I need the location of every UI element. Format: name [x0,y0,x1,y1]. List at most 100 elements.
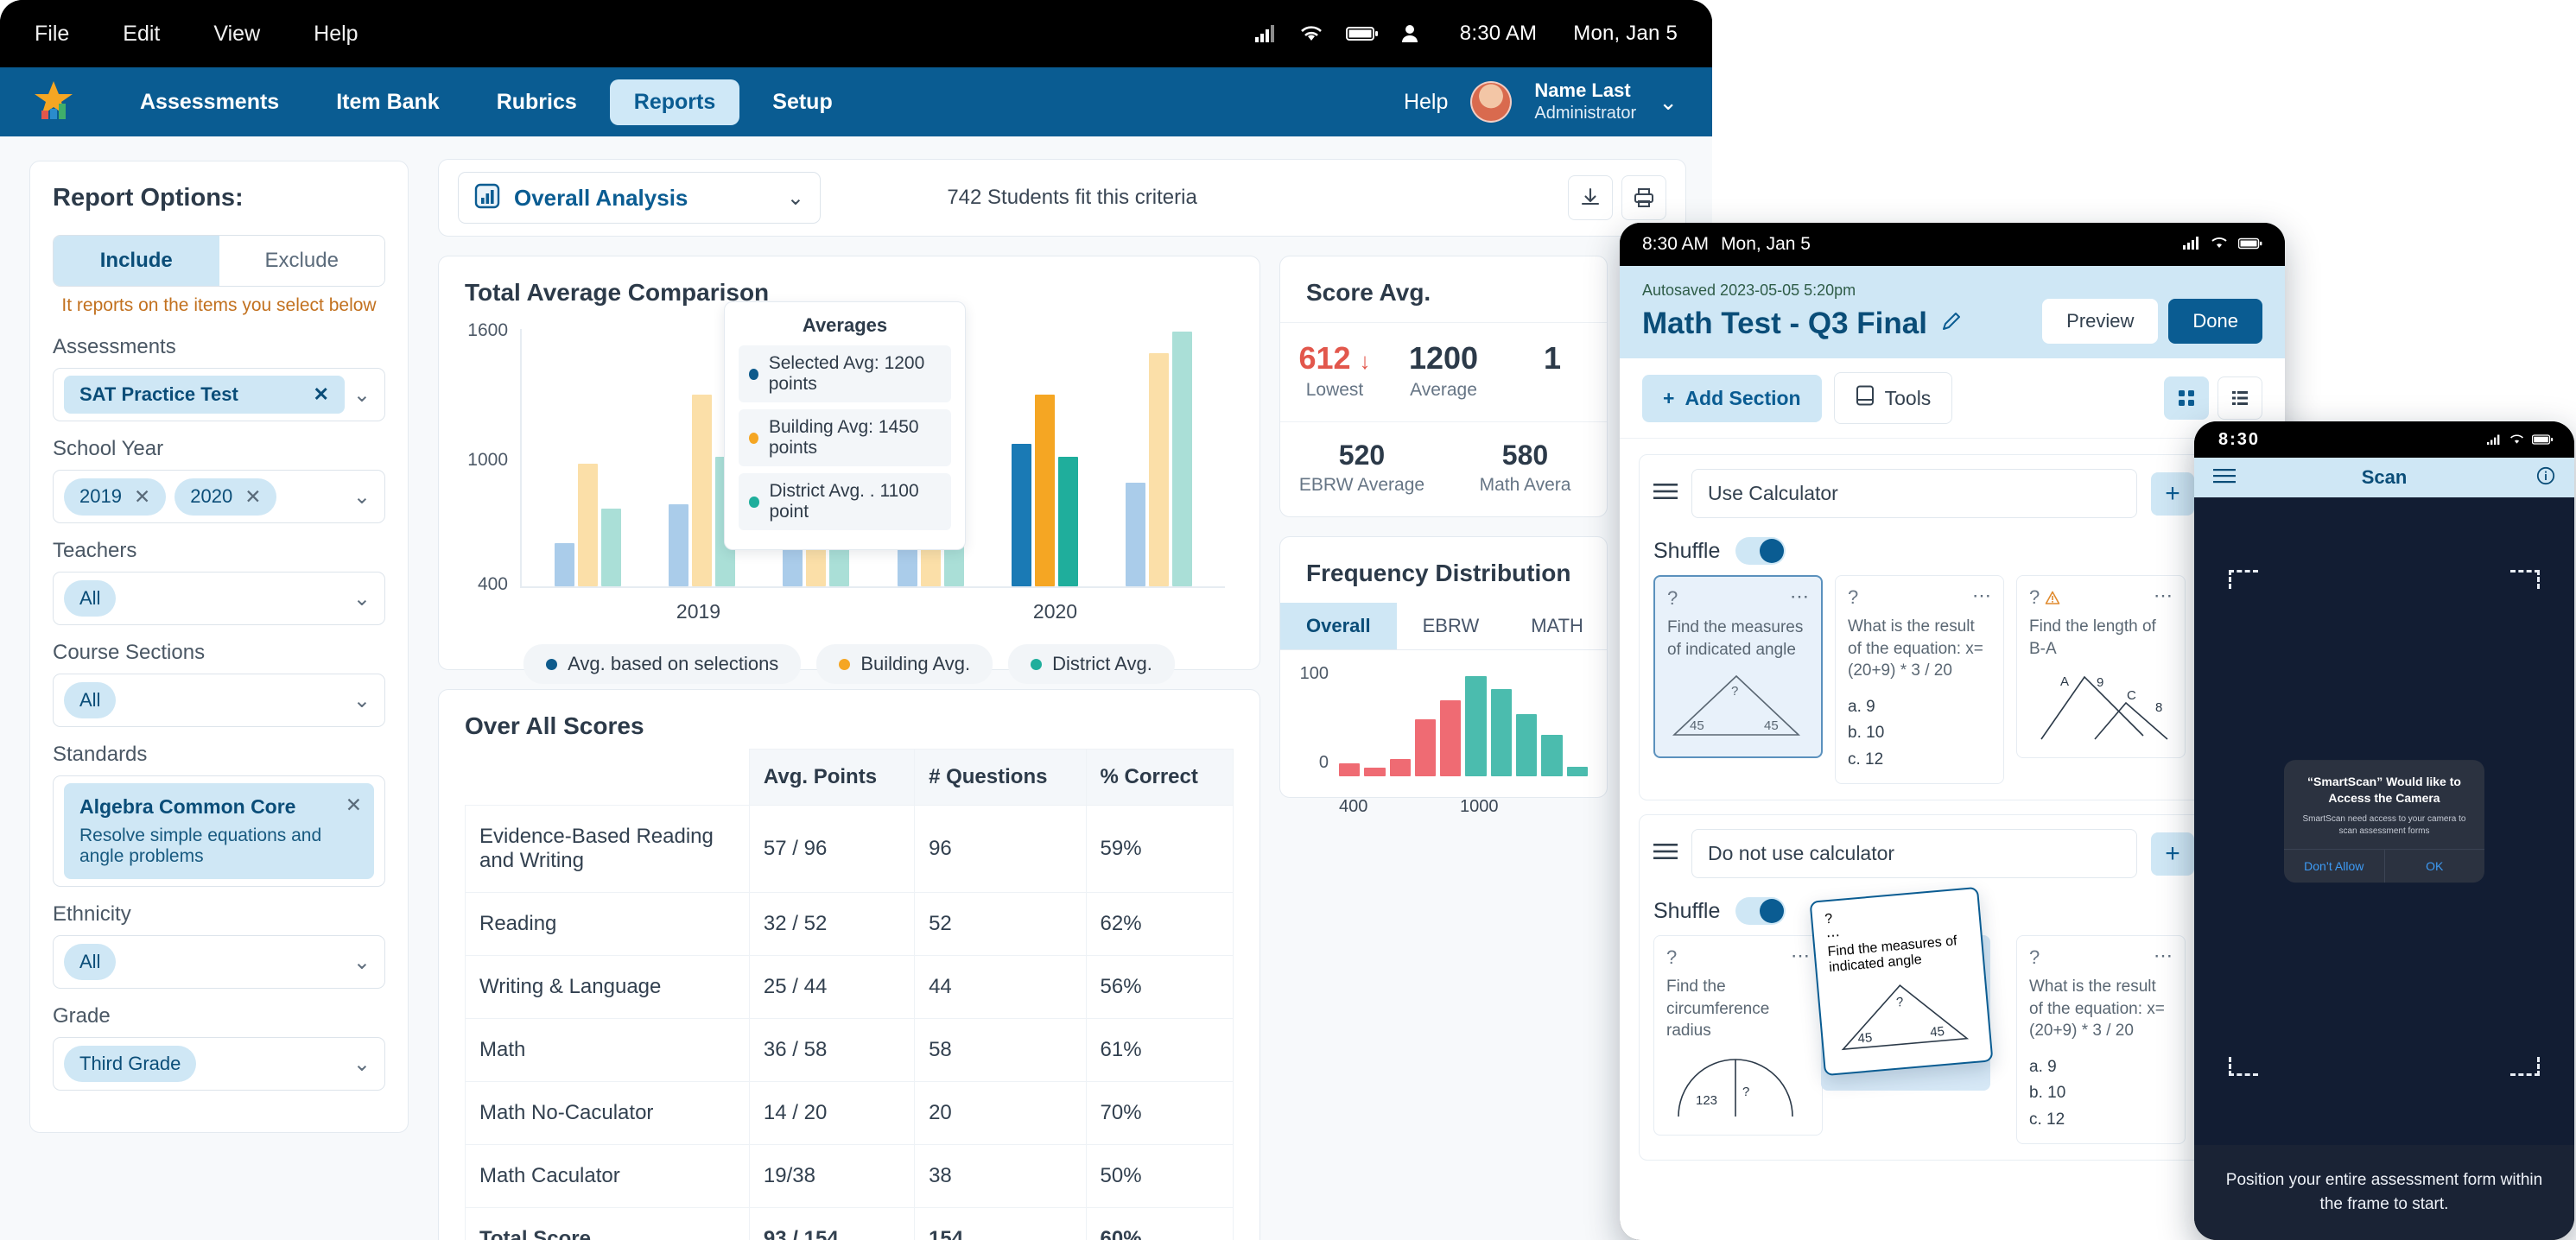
preview-button[interactable]: Preview [2042,299,2159,344]
chevron-down-icon[interactable]: ⌄ [1659,89,1678,116]
chip-third-grade[interactable]: Third Grade [64,1046,197,1082]
include-tab[interactable]: Include [54,236,219,286]
edit-pencil-icon[interactable] [1941,307,1964,341]
frequency-bar[interactable] [1440,699,1462,776]
option[interactable]: b. 10 [2029,1080,2173,1106]
close-icon[interactable]: ✕ [134,485,150,509]
close-icon[interactable]: ✕ [313,383,328,406]
chevron-down-icon[interactable]: ⌄ [353,1052,374,1077]
list-view-button[interactable] [2218,376,2262,420]
more-options-icon[interactable]: ⋯ [1791,945,1811,967]
menu-file[interactable]: File [35,22,69,47]
tools-button[interactable]: Tools [1833,372,1953,424]
print-button[interactable] [1621,175,1666,220]
option[interactable]: c. 12 [2029,1107,2173,1133]
option[interactable]: b. 10 [1848,720,1991,746]
user-switch-icon[interactable] [1401,23,1424,44]
drag-handle-icon[interactable] [1653,842,1678,865]
bar[interactable] [1011,444,1031,586]
more-options-icon[interactable]: ⋯ [2154,945,2174,967]
add-section-button[interactable]: + Add Section [1642,374,1822,422]
section-name-input[interactable]: Do not use calculator [1691,829,2137,879]
legend-item-selected[interactable]: Avg. based on selections [523,644,802,684]
download-button[interactable] [1568,175,1613,220]
question-card[interactable]: ? ⋯ Find the measures of indicated angle… [1653,575,1823,759]
add-question-button[interactable]: + [2151,832,2194,876]
frequency-bar[interactable] [1566,766,1588,776]
bar[interactable] [1149,353,1170,586]
tab-ebrw[interactable]: EBRW [1397,603,1506,649]
assessments-select[interactable]: SAT Practice Test ✕ ⌄ [53,368,385,421]
question-card[interactable]: ? ⋯ What is the result of the equation: … [2016,935,2186,1145]
chip-2019[interactable]: 2019 ✕ [64,478,167,516]
chip-algebra-common-core[interactable]: Algebra Common Core Resolve simple equat… [64,783,374,879]
menu-help[interactable]: Help [314,22,358,47]
nav-setup[interactable]: Setup [748,79,856,125]
help-link[interactable]: Help [1404,90,1448,115]
section-name-input[interactable]: Use Calculator [1691,469,2137,518]
drag-handle-icon[interactable] [1653,482,1678,505]
bar[interactable] [577,463,598,586]
menu-edit[interactable]: Edit [123,22,160,47]
add-question-button[interactable]: + [2151,471,2194,516]
frequency-bar[interactable] [1465,676,1487,776]
bar[interactable] [668,504,688,586]
chip-sat-practice-test[interactable]: SAT Practice Test ✕ [64,376,345,414]
exclude-tab[interactable]: Exclude [219,236,384,286]
legend-item-district[interactable]: District Avg. [1008,644,1175,684]
option[interactable]: a. 9 [1848,694,1991,720]
school-year-select[interactable]: 2019 ✕ 2020 ✕ ⌄ [53,470,385,523]
frequency-bar[interactable] [1389,758,1411,776]
chevron-down-icon[interactable]: ⌄ [353,484,374,509]
standards-select[interactable]: Algebra Common Core Resolve simple equat… [53,775,385,887]
chip-teachers-all[interactable]: All [64,580,117,617]
bar[interactable] [600,509,621,586]
close-icon[interactable]: ✕ [244,485,261,509]
option[interactable]: a. 9 [2029,1054,2173,1080]
more-options-icon[interactable]: ⋯ [1972,585,1993,607]
done-button[interactable]: Done [2168,299,2262,344]
shuffle-toggle[interactable] [1735,897,1786,926]
frequency-bar[interactable] [1516,714,1538,776]
frequency-bar[interactable] [1364,767,1386,776]
dragging-question-card[interactable]: ? ⋯ Find the measures of indicated angle… [1809,886,1994,1077]
more-options-icon[interactable]: ⋯ [2154,585,2174,607]
frequency-bar[interactable] [1339,762,1361,776]
close-icon[interactable]: ✕ [346,794,362,817]
nav-reports[interactable]: Reports [609,79,740,125]
question-card[interactable]: ? ⋯ Find the circumference radius ? 123 [1653,935,1823,1136]
grid-view-button[interactable] [2164,376,2209,420]
nav-rubrics[interactable]: Rubrics [473,79,601,125]
teachers-select[interactable]: All ⌄ [53,572,385,625]
avatar[interactable] [1470,81,1513,123]
shuffle-toggle[interactable] [1735,537,1786,565]
chip-course-sections-all[interactable]: All [64,682,117,718]
option[interactable]: c. 12 [1848,747,1991,773]
nav-item-bank[interactable]: Item Bank [312,79,463,125]
ethnicity-select[interactable]: All ⌄ [53,935,385,989]
app-logo-icon[interactable] [31,79,76,124]
ok-button[interactable]: OK [2385,850,2485,883]
more-options-icon[interactable]: ⋯ [1790,585,1811,608]
chevron-down-icon[interactable]: ⌄ [353,950,374,975]
report-type-select[interactable]: Overall Analysis ⌄ [458,172,821,224]
bar[interactable] [691,394,712,586]
nav-assessments[interactable]: Assessments [116,79,303,125]
course-sections-select[interactable]: All ⌄ [53,674,385,727]
grade-select[interactable]: Third Grade ⌄ [53,1037,385,1091]
tab-math[interactable]: MATH [1505,603,1609,649]
bar[interactable] [1057,457,1078,586]
bar[interactable] [1126,483,1146,586]
chip-ethnicity-all[interactable]: All [64,944,117,980]
chevron-down-icon[interactable]: ⌄ [787,186,804,211]
chevron-down-icon[interactable]: ⌄ [353,688,374,713]
legend-item-building[interactable]: Building Avg. [816,644,993,684]
tab-overall[interactable]: Overall [1280,603,1397,649]
dont-allow-button[interactable]: Don’t Allow [2284,849,2385,883]
frequency-bar[interactable] [1490,689,1513,776]
question-card[interactable]: ? ⋯ Find the length of B-A A 9 C 8 [2016,575,2186,759]
chevron-down-icon[interactable]: ⌄ [353,383,374,408]
chevron-down-icon[interactable]: ⌄ [353,586,374,611]
frequency-bar[interactable] [1414,719,1437,776]
chip-2020[interactable]: 2020 ✕ [174,478,277,516]
